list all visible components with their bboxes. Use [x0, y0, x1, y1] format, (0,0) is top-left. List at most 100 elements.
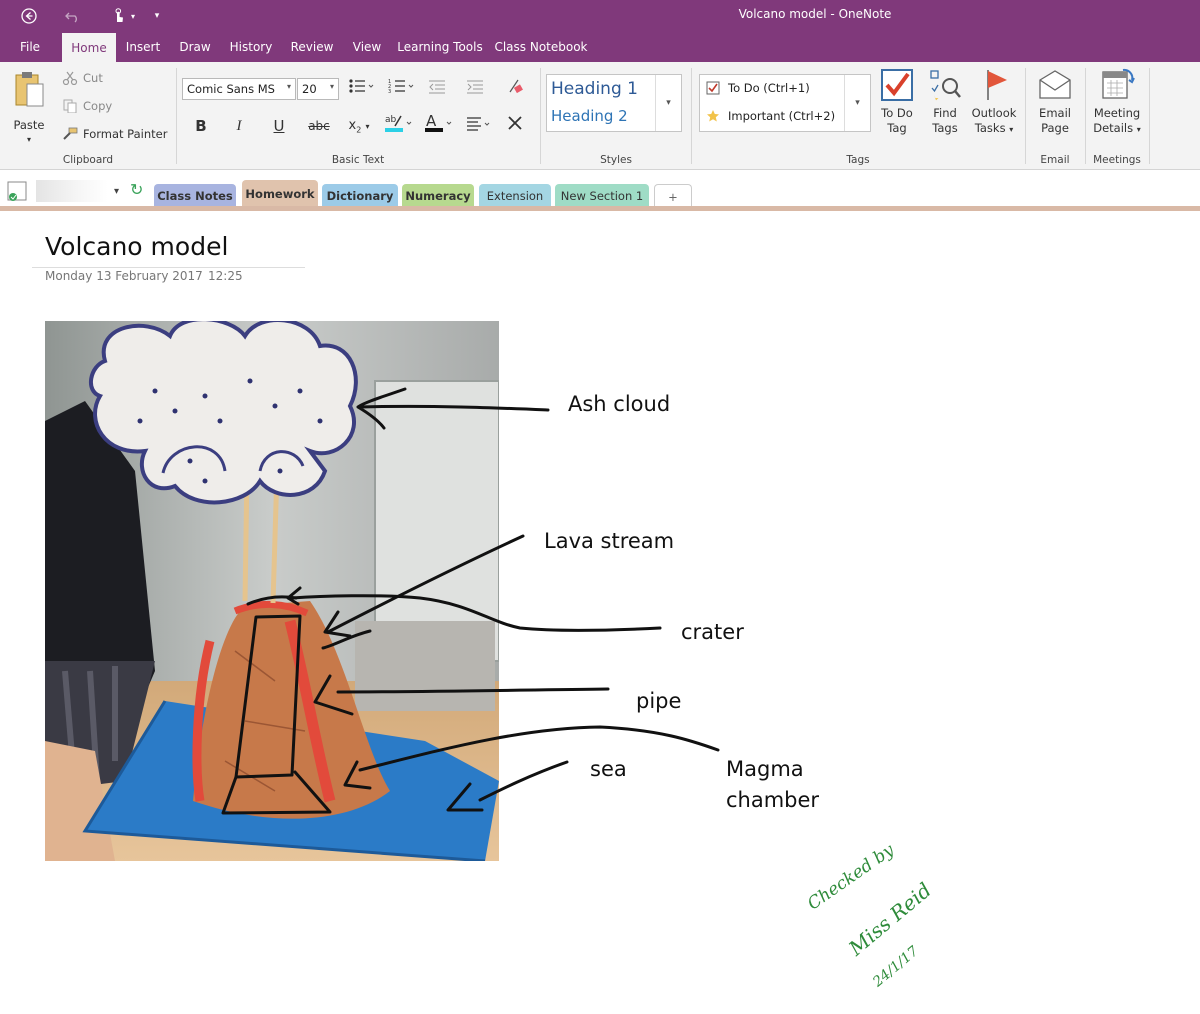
label-pipe[interactable]: pipe	[636, 689, 681, 713]
paste-dropdown-icon[interactable]: ▾	[8, 132, 50, 147]
checkbox-icon	[706, 81, 720, 95]
copy-icon	[62, 99, 78, 114]
label-lava-stream[interactable]: Lava stream	[544, 529, 674, 553]
teacher-check-note: Checked by Miss Reid 24/1/17	[800, 840, 950, 1000]
clipboard-group-label: Clipboard	[62, 154, 114, 166]
ribbon-tabs: File Home Insert Draw History Review Vie…	[0, 32, 1200, 62]
tags-group-label: Tags	[846, 154, 870, 166]
chevron-down-icon: ▾	[1009, 125, 1014, 134]
tab-view[interactable]: View	[348, 32, 386, 62]
section-tab-extension[interactable]: Extension	[479, 184, 551, 208]
tab-draw[interactable]: Draw	[176, 32, 214, 62]
ribbon-home: Paste ▾ Cut Copy Format Painter Clipboar…	[0, 62, 1200, 170]
basic-text-group-label: Basic Text	[331, 154, 385, 166]
highlight-icon[interactable]: ab	[382, 112, 416, 134]
delete-icon[interactable]	[504, 115, 526, 137]
tab-insert[interactable]: Insert	[122, 32, 164, 62]
notebook-name-redacted	[36, 180, 108, 202]
todo-tag-button[interactable]: To Do Tag	[876, 68, 918, 136]
notebook-icon	[7, 181, 27, 201]
cut-button[interactable]: Cut	[62, 71, 103, 86]
chevron-down-icon: ▾	[286, 82, 291, 91]
font-color-icon[interactable]: A	[422, 112, 456, 134]
divider	[540, 68, 541, 164]
star-icon	[707, 110, 719, 122]
tags-gallery[interactable]: To Do (Ctrl+1) Important (Ctrl+2) ▾	[699, 74, 871, 132]
style-heading-2[interactable]: Heading 2	[551, 107, 628, 125]
svg-text:ab: ab	[385, 115, 397, 125]
checkmark-icon	[881, 69, 913, 101]
section-tab-numeracy[interactable]: Numeracy	[402, 184, 474, 208]
title-bar: ▾ ▾ Volcano model - OneNote	[0, 0, 1200, 32]
tab-file[interactable]: File	[12, 32, 48, 62]
svg-text:3: 3	[388, 89, 391, 94]
italic-icon[interactable]: I	[228, 115, 250, 137]
page-title[interactable]: Volcano model	[45, 232, 228, 261]
subscript-icon[interactable]: x2 ▾	[344, 115, 374, 137]
styles-gallery[interactable]: Heading 1 Heading 2 ▾	[546, 74, 682, 132]
outlook-tasks-button[interactable]: Outlook Tasks ▾	[968, 68, 1020, 137]
format-painter-label: Format Painter	[83, 127, 168, 141]
numbering-icon[interactable]: 123	[386, 78, 416, 100]
paste-label: Paste	[13, 118, 45, 132]
divider	[176, 68, 177, 164]
bullets-icon[interactable]	[346, 78, 376, 100]
meetings-group-label: Meetings	[1093, 154, 1141, 166]
label-sea[interactable]: sea	[590, 757, 627, 781]
chevron-down-icon: ▾	[329, 82, 334, 91]
title-underline	[32, 267, 305, 268]
copy-label: Copy	[83, 99, 113, 113]
tab-review[interactable]: Review	[288, 32, 336, 62]
section-tab-new-section-1[interactable]: New Section 1	[555, 184, 649, 208]
label-magma[interactable]: Magma	[726, 757, 804, 781]
font-name-value: Comic Sans MS	[187, 82, 275, 96]
format-painter-button[interactable]: Format Painter	[62, 127, 167, 141]
page-time: 12:25	[208, 269, 243, 283]
tab-home[interactable]: Home	[62, 33, 116, 62]
increase-indent-icon[interactable]	[464, 78, 486, 100]
tag-todo[interactable]: To Do (Ctrl+1)	[706, 81, 810, 95]
underline-icon[interactable]: U	[268, 115, 290, 137]
teacher-note-line-1: Checked by	[804, 840, 898, 915]
paintbrush-icon	[62, 127, 78, 141]
section-tab-class-notes[interactable]: Class Notes	[154, 184, 236, 208]
email-page-button[interactable]: Email Page	[1032, 68, 1078, 136]
label-ash-cloud[interactable]: Ash cloud	[568, 392, 670, 416]
copy-button[interactable]: Copy	[62, 99, 113, 114]
flag-icon	[987, 70, 1007, 100]
divider	[1025, 68, 1026, 164]
clipboard-icon	[15, 72, 44, 107]
add-section-button[interactable]: +	[654, 184, 692, 208]
font-name-box[interactable]: Comic Sans MS ▾	[182, 78, 296, 100]
sync-icon[interactable]: ↻	[130, 180, 143, 199]
notebook-picker[interactable]: ▾	[6, 176, 119, 206]
find-tags-button[interactable]: Find Tags	[924, 68, 966, 136]
page-date: Monday 13 February 2017	[45, 269, 203, 283]
style-heading-1[interactable]: Heading 1	[551, 79, 638, 99]
find-tags-icon	[930, 70, 961, 103]
chevron-down-icon: ▾	[1136, 125, 1141, 134]
tags-more-icon[interactable]: ▾	[844, 75, 870, 131]
divider	[1149, 68, 1150, 164]
decrease-indent-icon[interactable]	[426, 78, 448, 100]
styles-more-icon[interactable]: ▾	[655, 75, 681, 131]
email-group-label: Email	[1040, 154, 1070, 166]
tag-important[interactable]: Important (Ctrl+2)	[706, 109, 835, 123]
label-chamber[interactable]: chamber	[726, 788, 819, 812]
paste-button[interactable]: Paste ▾	[8, 70, 50, 147]
section-color-band	[0, 206, 1200, 211]
clear-formatting-icon[interactable]	[504, 78, 526, 100]
strikethrough-icon[interactable]: abc	[306, 115, 332, 137]
tab-history[interactable]: History	[226, 32, 276, 62]
meeting-details-button[interactable]: Meeting Details ▾	[1090, 68, 1144, 137]
cut-label: Cut	[83, 71, 103, 85]
tab-class-notebook[interactable]: Class Notebook	[494, 32, 588, 62]
tab-learning-tools[interactable]: Learning Tools	[396, 32, 484, 62]
volcano-model-photo[interactable]	[45, 321, 499, 861]
section-tab-dictionary[interactable]: Dictionary	[322, 184, 398, 208]
bold-icon[interactable]: B	[190, 115, 212, 137]
font-size-box[interactable]: 20 ▾	[297, 78, 339, 100]
teacher-note-line-2: Miss Reid	[844, 877, 936, 961]
label-crater[interactable]: crater	[681, 620, 744, 644]
paragraph-alignment-icon[interactable]	[464, 115, 494, 137]
